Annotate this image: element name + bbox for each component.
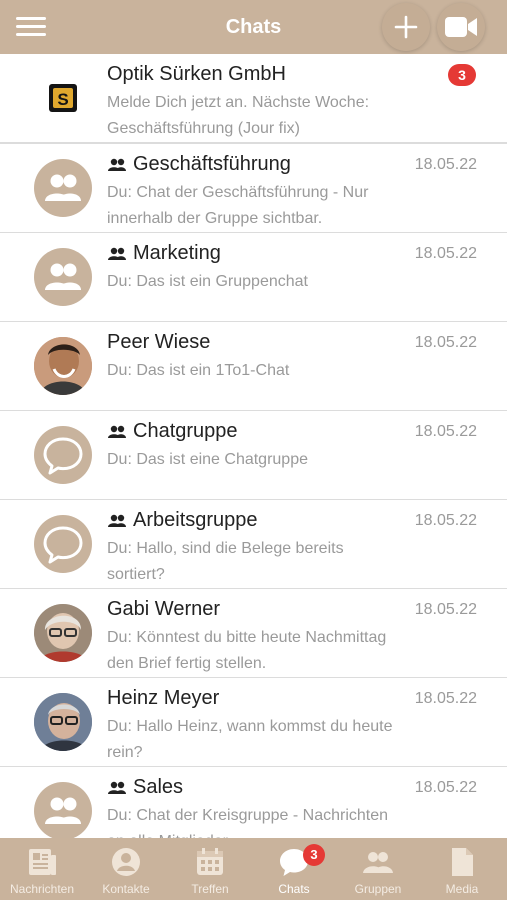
contact-icon	[112, 848, 140, 876]
chat-avatar	[34, 515, 92, 573]
avatar	[34, 693, 92, 751]
chat-item[interactable]: Chatgruppe Du: Das ist eine Chatgruppe 1…	[0, 411, 507, 501]
chat-preview: Du: Hallo, sind die Belege bereits sorti…	[107, 540, 344, 583]
tab-label: Treffen	[191, 882, 229, 896]
tab-label: Nachrichten	[9, 882, 75, 896]
chat-name: Arbeitsgruppe	[107, 509, 258, 532]
chat-preview: Du: Das ist eine Chatgruppe	[107, 451, 308, 468]
newspaper-icon	[29, 849, 56, 875]
plus-icon	[394, 15, 418, 39]
group-avatar	[34, 159, 92, 217]
calendar-icon	[197, 848, 223, 875]
chat-bubble-icon	[43, 437, 83, 475]
group-icon	[45, 797, 81, 824]
group-icon	[45, 263, 81, 290]
chat-preview: Melde Dich jetzt an. Nächste Woche: Gesc…	[107, 94, 370, 137]
bottom-tab-bar: Nachrichten Kontakte Treffen 3 Chats Gru…	[0, 838, 507, 900]
group-indicator-icon	[107, 425, 127, 439]
chat-date: 18.05.22	[414, 690, 477, 707]
chat-name: Peer Wiese	[107, 331, 211, 353]
chat-preview: Du: Chat der Kreisgruppe - Nachrichten a…	[107, 807, 389, 838]
chat-item[interactable]: Gabi Werner Du: Könntest du bitte heute …	[0, 589, 507, 679]
chat-name: Marketing	[107, 242, 221, 265]
chat-list: S Optik Sürken GmbH Melde Dich jetzt an.…	[0, 54, 507, 838]
tab-label: Media	[445, 882, 479, 896]
chat-name: Chatgruppe	[107, 420, 238, 443]
group-avatar	[34, 248, 92, 306]
chat-bubble-icon	[43, 526, 83, 564]
app-header: Chats	[0, 0, 507, 54]
chat-date: 18.05.22	[414, 245, 477, 262]
avatar	[34, 604, 92, 662]
group-icon	[45, 174, 81, 201]
tab-label: Gruppen	[354, 882, 402, 896]
chat-date: 18.05.22	[414, 423, 477, 440]
group-indicator-icon	[107, 158, 127, 172]
chat-preview: Du: Hallo Heinz, wann kommst du heute re…	[107, 718, 393, 761]
chat-item[interactable]: Heinz Meyer Du: Hallo Heinz, wann kommst…	[0, 678, 507, 768]
chat-item[interactable]: Sales Du: Chat der Kreisgruppe - Nachric…	[0, 767, 507, 838]
group-indicator-icon	[107, 781, 127, 795]
video-call-button[interactable]	[437, 3, 485, 51]
chat-item[interactable]: S Optik Sürken GmbH Melde Dich jetzt an.…	[0, 54, 507, 144]
chat-preview: Du: Chat der Geschäftsführung - Nur inne…	[107, 184, 369, 227]
chat-date: 18.05.22	[414, 156, 477, 173]
document-icon	[452, 848, 473, 876]
tab-label: Chats	[278, 882, 310, 896]
chat-date: 18.05.22	[414, 334, 477, 351]
hamburger-menu-icon[interactable]	[16, 17, 46, 37]
tab-chats[interactable]: 3 Chats	[252, 838, 336, 900]
chat-item[interactable]: Geschäftsführung Du: Chat der Geschäftsf…	[0, 144, 507, 234]
page-title: Chats	[225, 16, 282, 38]
group-icon	[363, 852, 393, 873]
group-indicator-icon	[107, 514, 127, 528]
chat-date: 18.05.22	[414, 512, 477, 529]
chat-preview: Du: Das ist ein Gruppenchat	[107, 273, 308, 290]
svg-text:S: S	[57, 90, 68, 109]
chat-name: Geschäftsführung	[107, 153, 291, 176]
tab-gruppen[interactable]: Gruppen	[336, 838, 420, 900]
chat-name: Gabi Werner	[107, 598, 221, 620]
tab-nachrichten[interactable]: Nachrichten	[0, 838, 84, 900]
chat-date: 18.05.22	[414, 779, 477, 796]
chat-item[interactable]: Marketing Du: Das ist ein Gruppenchat 18…	[0, 233, 507, 323]
chat-item[interactable]: Peer Wiese Du: Das ist ein 1To1-Chat 18.…	[0, 322, 507, 412]
unread-badge: 3	[448, 64, 476, 86]
tab-treffen[interactable]: Treffen	[168, 838, 252, 900]
chat-avatar	[34, 426, 92, 484]
chat-name: Optik Sürken GmbH	[107, 63, 286, 85]
avatar	[34, 337, 92, 395]
chat-name: Heinz Meyer	[107, 687, 220, 709]
tab-label: Kontakte	[102, 882, 150, 896]
tab-badge: 3	[303, 844, 325, 866]
add-chat-button[interactable]	[382, 3, 430, 51]
chat-date: 18.05.22	[414, 601, 477, 618]
group-indicator-icon	[107, 247, 127, 261]
chat-item[interactable]: Arbeitsgruppe Du: Hallo, sind die Belege…	[0, 500, 507, 590]
tab-kontakte[interactable]: Kontakte	[84, 838, 168, 900]
group-avatar	[34, 782, 92, 838]
chat-preview: Du: Das ist ein 1To1-Chat	[107, 362, 290, 379]
video-camera-icon	[445, 17, 477, 37]
chat-preview: Du: Könntest du bitte heute Nachmittag d…	[107, 629, 387, 672]
company-logo: S	[34, 69, 92, 127]
tab-media[interactable]: Media	[420, 838, 504, 900]
chat-name: Sales	[107, 776, 183, 799]
